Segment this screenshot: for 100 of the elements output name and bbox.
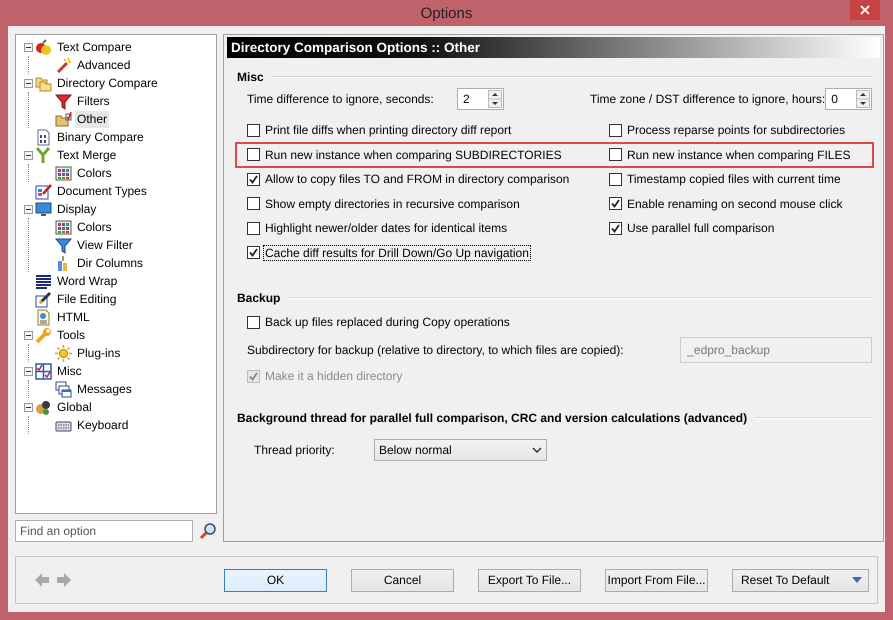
field-label: Time zone / DST difference to ignore, hours: xyxy=(590,92,826,106)
spin-field[interactable]: 2 xyxy=(457,88,504,110)
checkbox-label[interactable]: Highlight newer/older dates for identical items xyxy=(264,221,508,236)
field-label: Thread priority: xyxy=(254,443,336,457)
field-value: 2 xyxy=(463,92,470,106)
tree-item[interactable]: Text Merge xyxy=(55,146,118,164)
checkbox-label[interactable]: Cache diff results for Drill Down/Go Up navigation xyxy=(264,246,530,260)
collapse-toggle[interactable] xyxy=(24,42,33,52)
checkbox[interactable] xyxy=(247,172,260,186)
folders-icon xyxy=(35,74,52,92)
checkbox-label[interactable]: Process reparse points for subdirectories xyxy=(626,123,846,138)
collapse-toggle[interactable] xyxy=(24,150,33,160)
check-icon xyxy=(249,174,258,184)
dialog-button[interactable]: Export To File... xyxy=(478,568,581,592)
checkbox[interactable] xyxy=(247,316,260,328)
check-icon xyxy=(249,248,258,258)
tree-item[interactable]: Display xyxy=(55,200,98,218)
funnel-icon xyxy=(55,236,72,254)
dropdown-arrow-icon[interactable] xyxy=(852,577,862,583)
monitor-icon xyxy=(35,200,52,218)
tree-item[interactable]: Filters xyxy=(75,92,112,110)
folder-icon xyxy=(55,110,72,128)
checkbox[interactable] xyxy=(609,197,622,210)
checkbox[interactable] xyxy=(247,148,260,162)
checkbox-label[interactable]: Timestamp copied files with current time xyxy=(626,172,842,186)
dialog-button[interactable]: Import From File... xyxy=(605,568,708,592)
tree-item[interactable]: File Editing xyxy=(55,290,118,308)
tree-item[interactable]: Global xyxy=(55,398,94,416)
checkbox[interactable] xyxy=(609,222,622,235)
close-icon xyxy=(860,5,870,15)
field-label: Time difference to ignore, seconds: xyxy=(247,92,435,106)
page-header: Directory Comparison Options :: Other xyxy=(227,37,880,58)
tree-item[interactable]: Plug-ins xyxy=(75,344,122,362)
checkbox-label[interactable]: Use parallel full comparison xyxy=(626,221,776,236)
checkbox[interactable] xyxy=(609,148,622,162)
tree-item[interactable]: View Filter xyxy=(75,236,135,254)
checkbox[interactable] xyxy=(247,197,260,210)
dialog-button[interactable]: Reset To Default xyxy=(732,568,869,592)
checkbox[interactable] xyxy=(609,172,622,186)
checkbox[interactable] xyxy=(247,246,260,260)
window-title: Options xyxy=(420,4,472,22)
checkbox-label[interactable]: Run new instance when comparing FILES xyxy=(626,148,852,162)
checkbox-label[interactable]: Back up files replaced during Copy operations xyxy=(264,315,511,329)
tree-item[interactable]: Advanced xyxy=(75,56,132,74)
fruit-icon xyxy=(35,38,52,56)
color-grid-icon xyxy=(55,164,72,182)
collapse-toggle[interactable] xyxy=(24,402,33,412)
tree-item[interactable]: Keyboard xyxy=(75,416,130,434)
checkbox-label[interactable]: Print file diffs when printing directory diff report xyxy=(264,123,512,138)
chevron-down-icon xyxy=(532,447,542,453)
section-heading: Misc xyxy=(237,70,264,84)
spin-arrows-icon[interactable] xyxy=(856,90,870,108)
tree-item[interactable]: Tools xyxy=(55,326,88,344)
color-grid-icon xyxy=(55,218,72,236)
pen-document-icon xyxy=(35,290,52,308)
collapse-toggle[interactable] xyxy=(24,366,33,376)
collapse-toggle[interactable] xyxy=(24,78,33,88)
magic-wand-icon xyxy=(55,56,72,74)
tree-item[interactable]: Binary Compare xyxy=(55,128,146,146)
tree-item[interactable]: Misc xyxy=(55,362,84,380)
tree-item[interactable]: Colors xyxy=(75,218,114,236)
checkbox-label[interactable]: Run new instance when comparing SUBDIRECTORIES xyxy=(264,148,563,162)
tree-item[interactable]: Other xyxy=(75,110,110,128)
spin-field[interactable]: 0 xyxy=(825,88,872,110)
tree-item[interactable]: Document Types xyxy=(55,182,149,200)
tree-item[interactable]: Text Compare xyxy=(55,38,134,56)
binary-document-icon xyxy=(35,128,52,146)
tree-item[interactable]: Directory Compare xyxy=(55,74,160,92)
checkbox-label[interactable]: Allow to copy files TO and FROM in directory comparison xyxy=(264,172,570,186)
tree-item[interactable]: Word Wrap xyxy=(55,272,120,290)
checkbox[interactable] xyxy=(247,222,260,235)
collapse-toggle[interactable] xyxy=(24,204,33,214)
section-heading: Backup xyxy=(237,291,280,305)
spin-arrows-icon[interactable] xyxy=(488,90,502,108)
checkbox[interactable] xyxy=(247,124,260,137)
tree-item[interactable]: Dir Columns xyxy=(75,254,146,272)
checkbox-label[interactable]: Show empty directories in recursive comparison xyxy=(264,196,521,211)
close-button[interactable] xyxy=(850,0,880,20)
checkbox[interactable] xyxy=(609,124,622,137)
tree-item[interactable]: HTML xyxy=(55,308,92,326)
search-field[interactable]: Find an option xyxy=(15,520,193,542)
search-icon[interactable] xyxy=(199,522,217,540)
checked-grid-icon xyxy=(35,362,52,380)
merge-arrows-icon xyxy=(35,146,52,164)
tree-item[interactable]: Messages xyxy=(75,380,134,398)
dialog-button[interactable]: OK xyxy=(224,568,327,592)
checkbox-label[interactable]: Enable renaming on second mouse click xyxy=(626,196,844,211)
people-globe-icon xyxy=(35,398,52,416)
wrench-icon xyxy=(35,326,52,344)
text-lines-icon xyxy=(35,272,52,290)
check-icon xyxy=(611,224,620,233)
field-label: Subdirectory for backup (relative to directory, to which files are copied): xyxy=(247,343,624,357)
priority-dropdown[interactable]: Below normal xyxy=(374,439,547,461)
dialog-button[interactable]: Cancel xyxy=(351,568,454,592)
collapse-toggle[interactable] xyxy=(24,330,33,340)
section-heading: Background thread for parallel full comparison, CRC and version calculations (advanced) xyxy=(237,411,748,425)
tree-item[interactable]: Colors xyxy=(75,164,114,182)
stacked-windows-icon xyxy=(55,380,72,398)
document-brush-icon xyxy=(35,182,52,200)
web-page-icon xyxy=(35,308,52,326)
